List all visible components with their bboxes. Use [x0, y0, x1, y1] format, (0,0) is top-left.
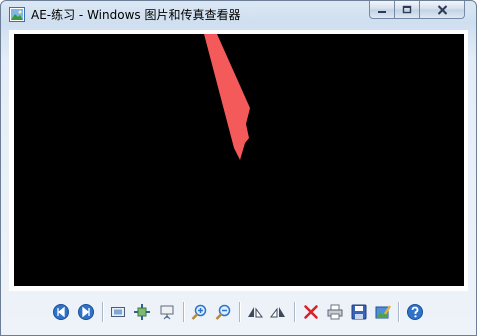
rotate-counterclockwise-icon — [270, 307, 285, 318]
toolbar-separator — [294, 302, 295, 322]
toolbar-separator — [239, 302, 240, 322]
toolbar-separator — [102, 302, 103, 322]
delete-button[interactable] — [302, 303, 320, 321]
next-button[interactable] — [77, 303, 95, 321]
close-icon — [437, 4, 447, 15]
help-icon — [407, 304, 423, 320]
best-fit-icon — [111, 307, 125, 317]
previous-button[interactable] — [52, 303, 70, 321]
picture-viewer-icon[interactable] — [9, 7, 25, 22]
actual-size-button[interactable] — [133, 303, 151, 321]
toolbar-separator — [183, 302, 184, 322]
window-title: AE-练习 - Windows 图片和传真查看器 — [31, 8, 241, 22]
maximize-icon — [402, 5, 412, 14]
slideshow-icon — [160, 305, 174, 320]
zoom-out-button[interactable] — [214, 303, 232, 321]
toolbar — [1, 297, 476, 329]
best-fit-button[interactable] — [109, 303, 127, 321]
image-display[interactable] — [14, 34, 464, 286]
actual-size-icon — [134, 304, 150, 320]
zoom-in-button[interactable] — [190, 303, 208, 321]
save-copy-icon — [351, 304, 367, 320]
toolbar-separator — [398, 302, 399, 322]
help-button[interactable] — [406, 303, 424, 321]
open-for-editing-button[interactable] — [374, 303, 392, 321]
zoom-out-icon — [215, 304, 231, 320]
maximize-button[interactable] — [394, 1, 420, 19]
open-for-editing-icon — [375, 305, 391, 319]
displayed-image — [14, 34, 464, 286]
rotate-clockwise-icon — [248, 307, 263, 318]
zoom-in-icon — [191, 304, 207, 320]
close-button[interactable] — [419, 1, 465, 19]
print-icon — [327, 304, 343, 320]
slideshow-button[interactable] — [158, 303, 176, 321]
delete-icon — [304, 305, 318, 319]
picture-viewer-window: AE-练习 - Windows 图片和传真查看器 — [0, 0, 477, 336]
rotate-clockwise-button[interactable] — [246, 303, 264, 321]
minimize-button[interactable] — [369, 1, 395, 19]
next-image-icon — [78, 304, 94, 320]
save-button[interactable] — [350, 303, 368, 321]
print-button[interactable] — [326, 303, 344, 321]
minimize-icon — [378, 10, 386, 13]
previous-image-icon — [53, 304, 69, 320]
title-bar[interactable]: AE-练习 - Windows 图片和传真查看器 — [1, 1, 476, 29]
rotate-counterclockwise-button[interactable] — [269, 303, 287, 321]
